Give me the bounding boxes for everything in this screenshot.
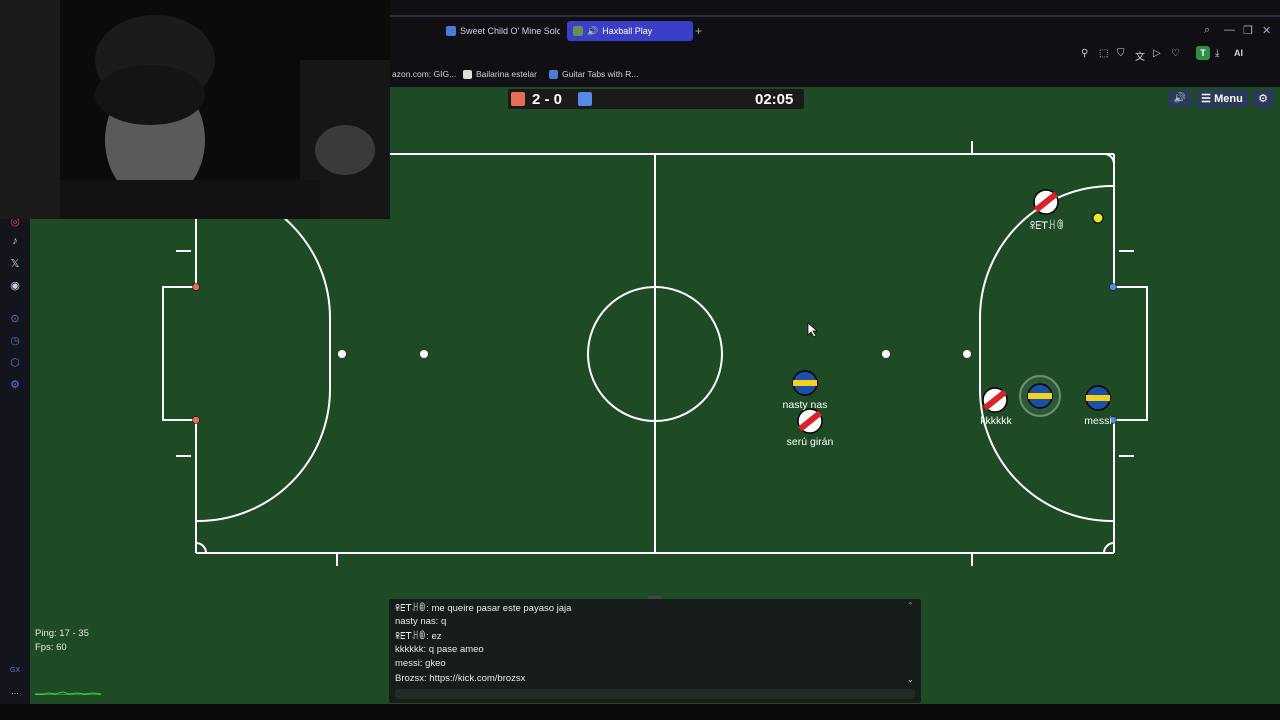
close-window-icon[interactable]: ✕	[1262, 24, 1271, 37]
player-blue-2	[1085, 385, 1111, 411]
ping-readout: Ping: 17 - 35	[35, 628, 89, 639]
extension-t-icon[interactable]: T	[1196, 46, 1210, 60]
player-name: kkkkkk	[980, 415, 1012, 427]
gear-icon[interactable]: ⚙	[9, 378, 21, 391]
player-icon[interactable]: ▷	[1153, 48, 1161, 59]
penalty-spot	[963, 350, 971, 358]
player-red-1	[1033, 189, 1059, 215]
score: 2 - 0	[532, 91, 563, 108]
ball	[1092, 212, 1104, 224]
right-goal	[1114, 286, 1148, 421]
red-team-indicator	[511, 92, 525, 106]
pin-icon[interactable]: ⚲	[1081, 48, 1088, 59]
penalty-spot	[420, 350, 428, 358]
chat-resize-handle[interactable]	[648, 596, 662, 599]
blue-team-indicator	[578, 92, 592, 106]
more-icon[interactable]: ...	[9, 686, 21, 696]
search-tabs-icon[interactable]: ⌕	[1204, 24, 1210, 37]
play-icon[interactable]: ⊙	[9, 312, 21, 325]
translate-icon[interactable]: 文	[1135, 48, 1145, 63]
tab-label: Sweet Child O' Mine Solo	[460, 26, 560, 36]
bookmark-label: Guitar Tabs with R...	[562, 69, 639, 79]
player-blue-1	[792, 370, 818, 396]
right-penalty-area	[979, 185, 1114, 522]
haxball-favicon-icon	[573, 26, 583, 36]
match-timer: 02:05	[755, 91, 794, 108]
discord-icon[interactable]: ◉	[9, 279, 21, 292]
left-goal	[162, 286, 196, 421]
new-tab-button[interactable]: +	[695, 24, 702, 38]
player-name: messi	[1084, 415, 1112, 427]
webcam-overlay	[0, 0, 390, 219]
corner-tr	[1103, 153, 1115, 165]
red-post	[192, 416, 200, 424]
chevron-down-icon[interactable]: ⌄	[907, 675, 914, 684]
player-name: ꕉꗋꓔꃅꂦ	[1029, 220, 1065, 232]
player-red-2	[797, 408, 823, 434]
tab-sweet-child[interactable]: Sweet Child O' Mine Solo	[440, 21, 560, 41]
chat-message: kkkkkk: q pase ameo	[395, 644, 484, 655]
maximize-icon[interactable]: ❐	[1243, 24, 1253, 37]
tab-favicon-icon	[446, 26, 456, 36]
bookmark-amazon[interactable]: azon.com: GIG...	[392, 69, 456, 79]
screenshot-icon[interactable]: ⬚	[1099, 48, 1108, 59]
heart-icon[interactable]: ♡	[1171, 48, 1180, 59]
download-icon[interactable]: ⤓	[1215, 48, 1219, 59]
network-stats: Ping: 17 - 35 Fps: 60	[35, 627, 89, 655]
left-penalty-area	[196, 185, 331, 522]
bookmark-label: Bailarina estelar	[476, 69, 537, 79]
menu-button[interactable]: ☰ Menu	[1196, 90, 1248, 108]
bookmark-favicon-icon	[549, 69, 558, 79]
shield-icon[interactable]: ⛉	[1117, 48, 1125, 59]
minimize-icon[interactable]: —	[1224, 24, 1235, 36]
ai-button[interactable]: AI	[1234, 48, 1243, 58]
settings-button[interactable]: ⚙	[1252, 90, 1274, 108]
gx-label[interactable]: GX	[9, 667, 21, 674]
speaker-icon: 🔊	[1173, 93, 1187, 104]
tiktok-icon[interactable]: ♪	[9, 235, 21, 247]
mouse-cursor	[807, 322, 818, 338]
bookmark-guitar-tabs[interactable]: Guitar Tabs with R...	[549, 69, 638, 79]
chat-message: messi: gkeo	[395, 658, 446, 669]
tab-haxball-play[interactable]: 🔊 Haxball Play	[567, 21, 693, 41]
chat-input[interactable]	[395, 689, 915, 699]
penalty-spot	[882, 350, 890, 358]
corner-bl	[195, 542, 207, 554]
x-icon[interactable]: 𝕏	[9, 257, 21, 270]
red-post	[192, 283, 200, 291]
webcam-person	[0, 0, 390, 219]
bookmark-label: azon.com: GIG...	[392, 69, 457, 79]
tab-bar-accent	[390, 15, 1280, 17]
chevron-up-icon[interactable]: ⌃	[907, 601, 914, 610]
chat-message: ꕉꗋꓔꃅꂦ: ez	[395, 631, 442, 642]
penalty-spot	[338, 350, 346, 358]
player-red-3	[982, 387, 1008, 413]
fps-graph	[35, 691, 101, 695]
sound-button[interactable]: 🔊	[1168, 90, 1192, 108]
chat-message: ꕉꗋꓔꃅꂦ: me queire pasar este payaso jaja	[395, 603, 572, 614]
tab-label: Haxball Play	[602, 26, 653, 36]
fps-readout: Fps: 60	[35, 642, 67, 653]
corner-br	[1103, 542, 1115, 554]
player-blue-self	[1019, 375, 1061, 417]
bookmark-bailarina[interactable]: Bailarina estelar	[463, 69, 537, 79]
screen: Sweet Child O' Mine Solo 🔊 Haxball Play …	[0, 0, 1280, 720]
chat-message: Brozsx: https://kick.com/brozsx	[395, 673, 526, 684]
clock-icon[interactable]: ◷	[9, 334, 21, 347]
chat-message: nasty nas: q	[395, 616, 447, 627]
cube-icon[interactable]: ⬡	[9, 356, 21, 369]
player-name: nasty nas	[782, 399, 828, 411]
player-name: serú girán	[786, 436, 834, 448]
blue-post	[1109, 283, 1117, 291]
bottom-edge	[0, 704, 1280, 720]
gear-icon: ⚙	[1258, 93, 1268, 105]
notion-icon	[463, 69, 472, 79]
menu-label: Menu	[1214, 93, 1243, 105]
speaker-icon: 🔊	[587, 25, 599, 36]
